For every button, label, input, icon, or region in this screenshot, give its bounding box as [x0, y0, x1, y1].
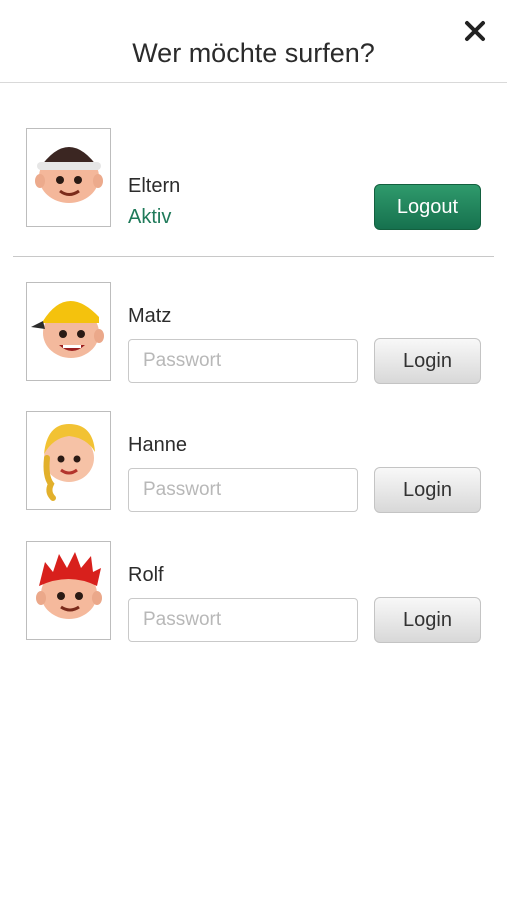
divider: [13, 256, 494, 257]
profile-name: Hanne: [128, 434, 187, 456]
login-button[interactable]: Login: [374, 467, 481, 513]
login-button[interactable]: Login: [374, 597, 481, 643]
boy-red-hair-icon: [36, 552, 102, 619]
profile-name: Rolf: [128, 564, 164, 586]
password-input[interactable]: [128, 468, 358, 512]
avatar-matz[interactable]: [26, 282, 111, 381]
status-active: Aktiv: [128, 206, 172, 228]
close-button[interactable]: [460, 16, 490, 46]
header: Wer möchte surfen?: [0, 0, 507, 83]
girl-blonde-braid-icon: [43, 424, 95, 501]
page-title: Wer möchte surfen?: [132, 38, 375, 68]
password-input[interactable]: [128, 339, 358, 383]
boy-beanie-icon: [35, 147, 103, 203]
avatar-parent[interactable]: [26, 128, 111, 227]
avatar-rolf[interactable]: [26, 541, 111, 640]
avatar-hanne[interactable]: [26, 411, 111, 510]
close-icon: [465, 21, 485, 41]
boy-yellow-cap-icon: [31, 300, 104, 358]
profile-name: Eltern: [128, 175, 181, 197]
login-button[interactable]: Login: [374, 338, 481, 384]
password-input[interactable]: [128, 598, 358, 642]
logout-button[interactable]: Logout: [374, 184, 481, 230]
profile-name: Matz: [128, 305, 172, 327]
